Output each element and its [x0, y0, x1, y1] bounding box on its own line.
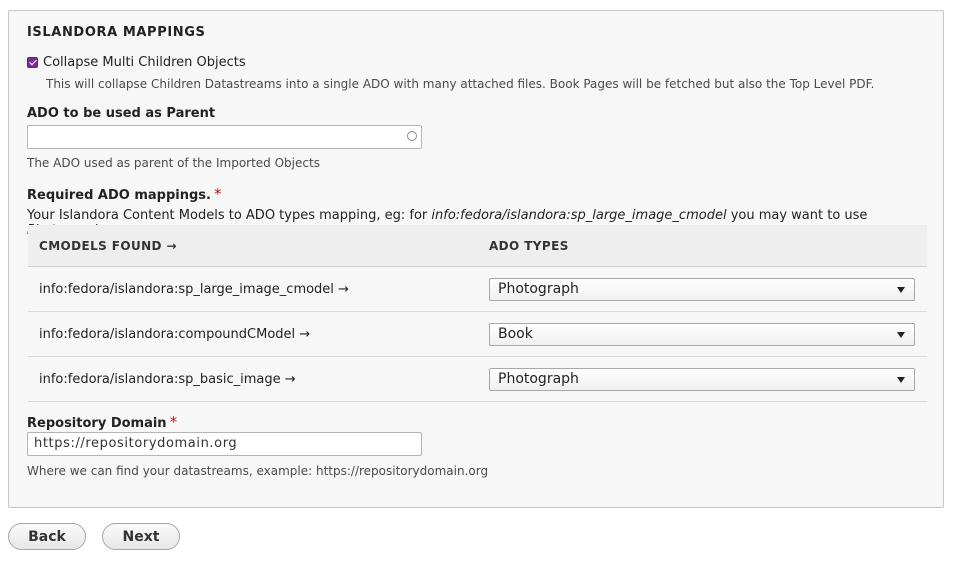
required-marker: *: [213, 185, 222, 203]
back-button[interactable]: Back: [8, 523, 86, 550]
mappings-help-prefix: Your Islandora Content Models to ADO typ…: [27, 208, 432, 223]
dropdown-arrow-icon: [897, 331, 905, 338]
parent-ado-description: The ADO used as parent of the Imported O…: [27, 156, 320, 170]
ado-type-selected-value: Book: [498, 325, 533, 342]
column-header-cmodels: CMODELS FOUND →: [28, 225, 478, 267]
fieldset-legend: ISLANDORA MAPPINGS: [27, 25, 206, 40]
column-header-ado-types: ADO TYPES: [478, 225, 927, 267]
ado-type-select[interactable]: Photograph: [489, 367, 915, 391]
mappings-label: Required ADO mappings. *: [27, 185, 221, 203]
mappings-help-example-cmodel: info:fedora/islandora:sp_large_image_cmo…: [431, 208, 727, 223]
cmodel-cell: info:fedora/islandora:sp_basic_image →: [28, 356, 478, 402]
mappings-table: CMODELS FOUND → ADO TYPES info:fedora/is…: [28, 225, 927, 402]
table-row: info:fedora/islandora:sp_basic_image → P…: [28, 356, 927, 402]
repository-domain-value: https://repositorydomain.org: [34, 436, 238, 451]
collapse-children-description: This will collapse Children Datastreams …: [46, 77, 875, 91]
dropdown-arrow-icon: [897, 376, 905, 383]
islandora-mappings-fieldset: ISLANDORA MAPPINGS Collapse Multi Childr…: [8, 10, 944, 508]
table-row: info:fedora/islandora:compoundCModel → B…: [28, 311, 927, 357]
next-button[interactable]: Next: [102, 523, 180, 550]
cmodel-cell: info:fedora/islandora:sp_large_image_cmo…: [28, 266, 478, 312]
repository-domain-label-text: Repository Domain: [27, 416, 167, 431]
mappings-help-middle: you may want to use: [726, 208, 868, 223]
collapse-children-option[interactable]: Collapse Multi Children Objects: [27, 55, 246, 70]
table-row: info:fedora/islandora:sp_large_image_cmo…: [28, 266, 927, 312]
mappings-label-text: Required ADO mappings.: [27, 188, 211, 203]
parent-ado-input[interactable]: [27, 125, 422, 149]
table-header-row: CMODELS FOUND → ADO TYPES: [28, 225, 927, 267]
ado-type-selected-value: Photograph: [498, 370, 579, 387]
collapse-children-checkbox[interactable]: [27, 57, 38, 68]
ado-type-cell: Photograph: [478, 266, 927, 312]
autocomplete-throbber-icon: [407, 131, 417, 141]
cmodel-cell: info:fedora/islandora:compoundCModel →: [28, 311, 478, 357]
collapse-children-label[interactable]: Collapse Multi Children Objects: [43, 55, 246, 70]
ado-type-cell: Photograph: [478, 356, 927, 402]
ado-type-select[interactable]: Photograph: [489, 277, 915, 301]
ado-type-select[interactable]: Book: [489, 322, 915, 346]
dropdown-arrow-icon: [897, 286, 905, 293]
required-marker: *: [169, 413, 178, 431]
repository-domain-description: Where we can find your datastreams, exam…: [27, 464, 489, 478]
ado-type-cell: Book: [478, 311, 927, 357]
ado-type-selected-value: Photograph: [498, 280, 579, 297]
repository-domain-label: Repository Domain *: [27, 413, 177, 431]
parent-ado-label: ADO to be used as Parent: [27, 106, 216, 121]
repository-domain-input[interactable]: https://repositorydomain.org: [27, 432, 422, 456]
